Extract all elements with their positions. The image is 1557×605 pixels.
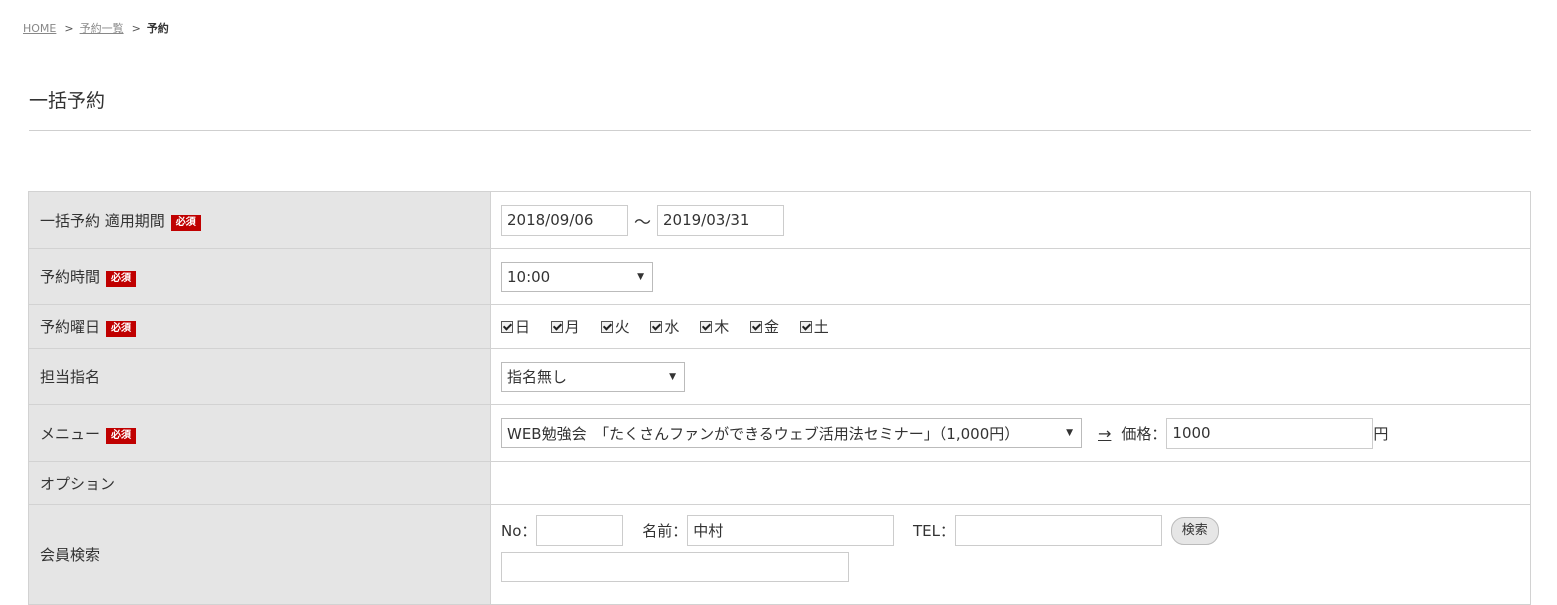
weekday-checkbox-mon[interactable]: 月	[550, 316, 580, 337]
breadcrumb-list-link[interactable]: 予約一覧	[80, 22, 124, 35]
menu-select-value: WEB勉強会 「たくさんファンができるウェブ活用法セミナー」（1,000円）	[507, 424, 1020, 443]
form-row-staff: 担当指名 指名無し ▼	[28, 348, 1531, 405]
weekday-checkbox-tue[interactable]: 火	[600, 316, 630, 337]
member-no-input[interactable]	[536, 515, 624, 546]
member-result-select[interactable]	[501, 552, 849, 582]
period-label: 一括予約 適用期間	[40, 211, 165, 230]
required-badge: 必須	[106, 271, 137, 287]
staff-label: 担当指名	[40, 368, 101, 386]
weekday-checkbox-sun[interactable]: 日	[501, 316, 530, 337]
title-divider	[29, 130, 1531, 131]
time-select[interactable]: 10:00 ▼	[501, 261, 653, 292]
required-badge: 必須	[170, 214, 201, 231]
field-label: 会員検索	[28, 504, 491, 605]
field-label: メニュー 必須	[28, 404, 491, 462]
caret-down-icon: ▼	[637, 271, 644, 282]
checkbox-checked-icon[interactable]	[501, 320, 513, 333]
price-input[interactable]	[1166, 417, 1374, 449]
weekday-label: 火	[614, 318, 630, 336]
weekday-label: 木	[714, 318, 730, 336]
form-row-option: オプション	[28, 461, 1531, 505]
member-tel-label: TEL：	[912, 522, 955, 540]
member-tel-input[interactable]	[954, 515, 1162, 546]
period-end-input[interactable]	[657, 204, 784, 236]
breadcrumb: HOME > 予約一覧 > 予約	[23, 20, 169, 36]
weekday-label: 水	[664, 318, 680, 336]
field-label: 一括予約 適用期間 必須	[28, 191, 491, 249]
field-label: 担当指名	[28, 348, 491, 405]
weekday-checkbox-thu[interactable]: 木	[700, 316, 729, 337]
checkbox-checked-icon[interactable]	[600, 320, 613, 333]
form-row-period: 一括予約 適用期間必須 〜	[28, 191, 1531, 249]
weekday-label: 土	[813, 318, 829, 336]
tilde-separator: 〜	[634, 212, 651, 233]
field-label: 予約曜日 必須	[28, 304, 491, 349]
weekday-label: 金	[763, 318, 779, 336]
caret-down-icon: ▼	[669, 371, 676, 382]
member-search-cell: No： 名前： TEL： 検索	[490, 504, 1531, 605]
checkbox-checked-icon[interactable]	[650, 320, 663, 333]
menu-select[interactable]: WEB勉強会 「たくさんファンができるウェブ活用法セミナー」（1,000円） ▼	[501, 418, 1082, 448]
weekday-checkbox-sat[interactable]: 土	[799, 316, 829, 337]
option-cell	[490, 461, 1531, 505]
period-cell: 〜	[490, 191, 1531, 249]
price-label: 価格：	[1121, 424, 1167, 443]
caret-down-icon: ▼	[1066, 428, 1073, 438]
time-select-value: 10:00	[507, 267, 551, 286]
breadcrumb-separator: >	[131, 22, 141, 35]
staff-cell: 指名無し ▼	[490, 348, 1531, 405]
period-start-input[interactable]	[501, 204, 628, 236]
reservation-form-table: 一括予約 適用期間必須 〜 予約時間必須 10:00▼ 予約曜日必須 日 月 火…	[28, 191, 1531, 605]
weekday-checkbox-fri[interactable]: 金	[749, 316, 779, 337]
form-row-weekdays: 予約曜日 必須 日 月 火 水 木 金 土	[28, 304, 1531, 349]
required-badge: 必須	[106, 427, 137, 444]
member-name-label: 名前：	[642, 522, 688, 540]
weekdays-cell: 日 月 火 水 木 金 土	[490, 304, 1531, 349]
checkbox-checked-icon[interactable]	[749, 320, 762, 333]
menu-cell: WEB勉強会 「たくさんファンができるウェブ活用法セミナー」（1,000円） ▼ …	[490, 404, 1531, 462]
weekday-label: 日	[515, 318, 531, 336]
checkbox-checked-icon[interactable]	[799, 320, 812, 333]
arrow-right-icon: →	[1098, 423, 1112, 443]
search-button[interactable]: 検索	[1170, 516, 1219, 545]
field-label: オプション	[28, 461, 491, 505]
option-label: オプション	[40, 474, 116, 493]
menu-label: メニュー	[40, 424, 101, 443]
page-title: 一括予約	[29, 90, 106, 112]
breadcrumb-separator: >	[64, 22, 74, 35]
time-label: 予約時間	[40, 268, 101, 286]
weekdays-label: 予約曜日	[40, 318, 101, 336]
form-row-menu: メニュー 必須 WEB勉強会 「たくさんファンができるウェブ活用法セミナー」（1,…	[28, 404, 1531, 462]
staff-select[interactable]: 指名無し ▼	[501, 361, 685, 392]
breadcrumb-home-link[interactable]: HOME	[23, 22, 56, 35]
required-badge: 必須	[106, 321, 137, 337]
weekday-checkbox-wed[interactable]: 水	[650, 316, 679, 337]
form-row-member-search: 会員検索 No： 名前： TEL： 検索	[28, 504, 1531, 605]
weekday-label: 月	[564, 318, 580, 336]
form-row-time: 予約時間 必須 10:00 ▼	[28, 248, 1531, 305]
member-name-input[interactable]	[687, 515, 895, 546]
field-label: 予約時間 必須	[28, 248, 491, 305]
checkbox-checked-icon[interactable]	[550, 320, 563, 333]
member-no-label: No：	[501, 522, 537, 540]
yen-label: 円	[1373, 424, 1389, 443]
breadcrumb-current: 予約	[146, 22, 169, 35]
staff-select-value: 指名無し	[507, 368, 568, 386]
time-cell: 10:00 ▼	[490, 248, 1531, 305]
checkbox-checked-icon[interactable]	[700, 320, 713, 333]
member-search-label: 会員検索	[40, 546, 101, 564]
